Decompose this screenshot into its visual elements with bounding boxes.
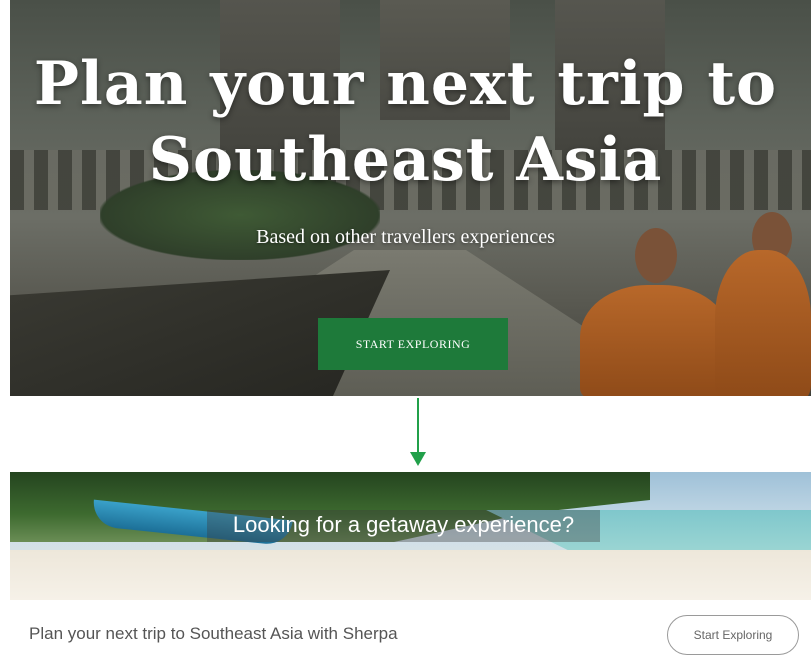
- sand-beach: [10, 550, 811, 600]
- hero-title-line-2: Southeast Asia: [148, 125, 663, 195]
- banner-headline: Looking for a getaway experience?: [232, 512, 575, 537]
- start-exploring-button[interactable]: START EXPLORING: [318, 318, 508, 370]
- arrow-down-line: [417, 398, 419, 454]
- arrow-down-icon: [410, 452, 426, 466]
- start-exploring-outline-button[interactable]: Start Exploring: [667, 615, 799, 655]
- hero-title: Plan your next trip to Southeast Asia: [0, 46, 811, 198]
- monk-figure: [715, 250, 811, 396]
- tagline: Plan your next trip to Southeast Asia wi…: [29, 624, 398, 643]
- hero-title-line-1: Plan your next trip to: [33, 49, 778, 119]
- monk-figure: [580, 285, 730, 396]
- hero-subtitle: Based on other travellers experiences: [256, 226, 555, 248]
